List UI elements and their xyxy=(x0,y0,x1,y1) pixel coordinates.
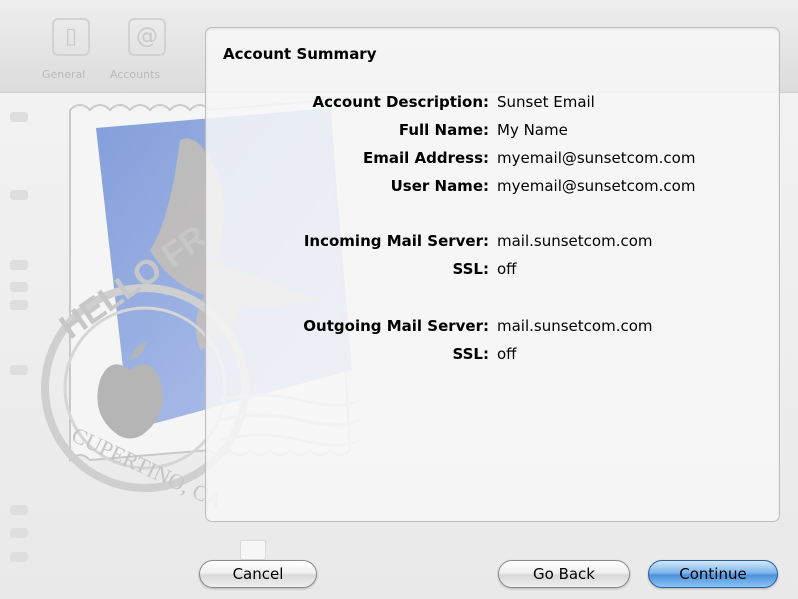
field-value: mail.sunsetcom.com xyxy=(497,232,653,250)
field-value: Sunset Email xyxy=(497,93,595,111)
field-label: Email Address: xyxy=(362,149,489,167)
bg-line xyxy=(10,365,28,375)
bg-line xyxy=(10,260,28,270)
field-value: myemail@sunsetcom.com xyxy=(497,149,696,167)
field-outgoing-ssl: SSL: off xyxy=(206,345,779,367)
general-icon: ▯ xyxy=(52,18,90,56)
account-summary-panel: Account Summary Account Description: Sun… xyxy=(205,27,780,522)
field-email-address: Email Address: myemail@sunsetcom.com xyxy=(206,149,779,171)
field-label: Account Description: xyxy=(312,93,489,111)
bg-line xyxy=(10,112,28,122)
field-label: SSL: xyxy=(452,260,490,278)
field-outgoing-mail-server: Outgoing Mail Server: mail.sunsetcom.com xyxy=(206,317,779,339)
accounts-icon: @ xyxy=(128,18,166,56)
field-label: Outgoing Mail Server: xyxy=(303,317,489,335)
field-full-name: Full Name: My Name xyxy=(206,121,779,143)
panel-title: Account Summary xyxy=(223,45,377,63)
cancel-button[interactable]: Cancel xyxy=(199,560,317,588)
field-value: myemail@sunsetcom.com xyxy=(497,177,696,195)
continue-button[interactable]: Continue xyxy=(648,560,778,588)
bg-line xyxy=(10,552,28,562)
field-value: mail.sunsetcom.com xyxy=(497,317,653,335)
field-user-name: User Name: myemail@sunsetcom.com xyxy=(206,177,779,199)
field-account-description: Account Description: Sunset Email xyxy=(206,93,779,115)
field-value: off xyxy=(497,260,517,278)
bg-line xyxy=(10,190,28,200)
field-incoming-mail-server: Incoming Mail Server: mail.sunsetcom.com xyxy=(206,232,779,254)
bg-field xyxy=(240,540,266,560)
field-value: My Name xyxy=(497,121,568,139)
field-label: Full Name: xyxy=(398,121,489,139)
bg-line xyxy=(10,505,28,515)
bg-line xyxy=(10,282,28,292)
field-incoming-ssl: SSL: off xyxy=(206,260,779,282)
field-label: Incoming Mail Server: xyxy=(303,232,489,250)
field-value: off xyxy=(497,345,517,363)
bg-line xyxy=(10,528,28,538)
go-back-button[interactable]: Go Back xyxy=(498,560,630,588)
field-label: SSL: xyxy=(452,345,490,363)
bg-line xyxy=(10,300,28,310)
field-label: User Name: xyxy=(390,177,489,195)
